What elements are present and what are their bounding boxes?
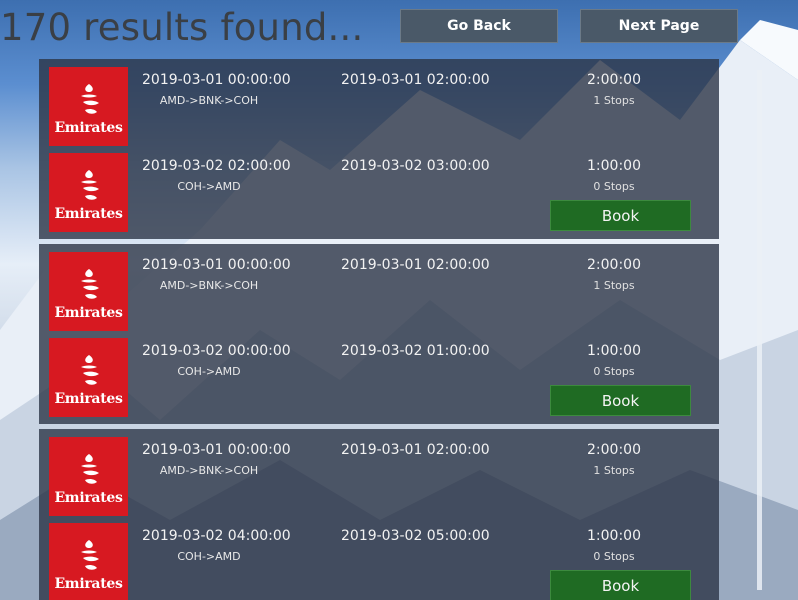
emirates-logo: Emirates bbox=[49, 523, 128, 600]
result-card: Emirates 2019-03-01 00:00:00 AMD->BNK->C… bbox=[39, 429, 719, 600]
airline-logo-text: Emirates bbox=[54, 304, 123, 321]
arrival-time: 2019-03-02 01:00:00 bbox=[341, 343, 490, 359]
airline-logo-text: Emirates bbox=[54, 489, 123, 506]
duration: 2:00:00 bbox=[587, 257, 641, 273]
emirates-logo: Emirates bbox=[49, 437, 128, 516]
emirates-emblem-icon bbox=[80, 539, 99, 570]
return-leg: Emirates 2019-03-02 04:00:00 COH->AMD 20… bbox=[39, 521, 719, 600]
departure-time: 2019-03-01 00:00:00 bbox=[142, 442, 291, 458]
result-card: Emirates 2019-03-01 00:00:00 AMD->BNK->C… bbox=[39, 59, 719, 239]
arrival-time: 2019-03-02 05:00:00 bbox=[341, 528, 490, 544]
arrival-time: 2019-03-01 02:00:00 bbox=[341, 257, 490, 273]
emirates-logo: Emirates bbox=[49, 338, 128, 417]
departure-time: 2019-03-02 00:00:00 bbox=[142, 343, 291, 359]
arrival-time: 2019-03-02 03:00:00 bbox=[341, 158, 490, 174]
duration: 2:00:00 bbox=[587, 442, 641, 458]
stops: 1 Stops bbox=[593, 94, 635, 107]
emirates-emblem-icon bbox=[80, 169, 99, 200]
duration: 1:00:00 bbox=[587, 158, 641, 174]
departure-time: 2019-03-02 04:00:00 bbox=[142, 528, 291, 544]
emirates-emblem-icon bbox=[80, 268, 99, 299]
airline-logo-text: Emirates bbox=[54, 205, 123, 222]
departure-time: 2019-03-01 00:00:00 bbox=[142, 257, 291, 273]
airline-logo-text: Emirates bbox=[54, 390, 123, 407]
outbound-leg: Emirates 2019-03-01 00:00:00 AMD->BNK->C… bbox=[39, 250, 719, 335]
emirates-emblem-icon bbox=[80, 453, 99, 484]
duration: 1:00:00 bbox=[587, 528, 641, 544]
departure-time: 2019-03-01 00:00:00 bbox=[142, 72, 291, 88]
emirates-emblem-icon bbox=[80, 83, 99, 114]
stops: 0 Stops bbox=[593, 550, 635, 563]
next-page-button[interactable]: Next Page bbox=[580, 9, 738, 43]
book-button[interactable]: Book bbox=[550, 200, 691, 231]
route: AMD->BNK->COH bbox=[159, 279, 259, 292]
route: AMD->BNK->COH bbox=[159, 94, 259, 107]
stops: 1 Stops bbox=[593, 464, 635, 477]
return-leg: Emirates 2019-03-02 00:00:00 COH->AMD 20… bbox=[39, 336, 719, 421]
results-list: Emirates 2019-03-01 00:00:00 AMD->BNK->C… bbox=[39, 59, 719, 600]
arrival-time: 2019-03-01 02:00:00 bbox=[341, 72, 490, 88]
result-card: Emirates 2019-03-01 00:00:00 AMD->BNK->C… bbox=[39, 244, 719, 424]
book-button[interactable]: Book bbox=[550, 570, 691, 600]
route: COH->AMD bbox=[177, 365, 241, 378]
stops: 1 Stops bbox=[593, 279, 635, 292]
emirates-logo: Emirates bbox=[49, 252, 128, 331]
scrollbar[interactable] bbox=[757, 70, 762, 590]
book-button[interactable]: Book bbox=[550, 385, 691, 416]
route: COH->AMD bbox=[177, 550, 241, 563]
airline-logo-text: Emirates bbox=[54, 119, 123, 136]
stops: 0 Stops bbox=[593, 180, 635, 193]
emirates-logo: Emirates bbox=[49, 67, 128, 146]
outbound-leg: Emirates 2019-03-01 00:00:00 AMD->BNK->C… bbox=[39, 65, 719, 150]
duration: 1:00:00 bbox=[587, 343, 641, 359]
route: COH->AMD bbox=[177, 180, 241, 193]
emirates-emblem-icon bbox=[80, 354, 99, 385]
emirates-logo: Emirates bbox=[49, 153, 128, 232]
departure-time: 2019-03-02 02:00:00 bbox=[142, 158, 291, 174]
outbound-leg: Emirates 2019-03-01 00:00:00 AMD->BNK->C… bbox=[39, 435, 719, 520]
duration: 2:00:00 bbox=[587, 72, 641, 88]
return-leg: Emirates 2019-03-02 02:00:00 COH->AMD 20… bbox=[39, 151, 719, 236]
arrival-time: 2019-03-01 02:00:00 bbox=[341, 442, 490, 458]
go-back-button[interactable]: Go Back bbox=[400, 9, 558, 43]
route: AMD->BNK->COH bbox=[159, 464, 259, 477]
airline-logo-text: Emirates bbox=[54, 575, 123, 592]
results-count: 170 results found... bbox=[0, 6, 364, 49]
stops: 0 Stops bbox=[593, 365, 635, 378]
